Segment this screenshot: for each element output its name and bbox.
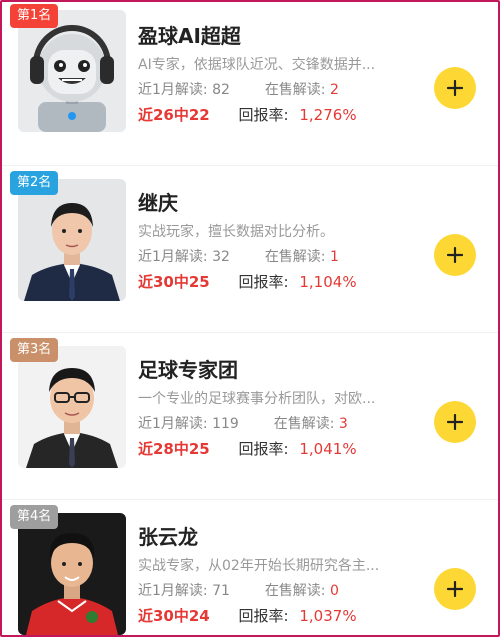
rank-badge: 第2名 <box>10 171 59 195</box>
on-sale-label: 在售解读: <box>264 583 326 599</box>
plus-icon <box>447 581 463 597</box>
avatar[interactable] <box>18 513 126 635</box>
hit-record: 近26中22 <box>138 106 210 124</box>
roi-value: 1,037% <box>299 607 357 625</box>
roi-value: 1,104% <box>299 273 357 291</box>
expert-stats: 近1月解读: 32 在售解读: 1 <box>138 246 339 266</box>
expert-name[interactable]: 继庆 <box>138 187 178 216</box>
rank-badge: 第3名 <box>10 338 59 362</box>
on-sale-label: 在售解读: <box>264 249 326 265</box>
expert-card[interactable]: 第3名 足球专家团 一个专业的足球赛事分析团队，对欧... 近1月解读: 119… <box>2 336 498 500</box>
monthly-count: 71 <box>212 583 230 599</box>
plus-icon <box>447 414 463 430</box>
expert-name[interactable]: 张云龙 <box>138 521 198 550</box>
expert-card[interactable]: 第1名 盈球AI超超 AI专家，依据球队近况、交锋数据并... 近1月解读: 8… <box>2 2 498 166</box>
monthly-count: 119 <box>212 416 239 432</box>
expert-stats: 近1月解读: 71 在售解读: 0 <box>138 580 339 600</box>
hit-record: 近30中25 <box>138 273 210 291</box>
roi-label: 回报率: <box>238 440 289 458</box>
monthly-label: 近1月解读: <box>138 416 208 432</box>
avatar[interactable] <box>18 179 126 301</box>
follow-button[interactable] <box>434 67 476 109</box>
roi-value: 1,041% <box>299 440 357 458</box>
expert-ranking-list: 第1名 盈球AI超超 AI专家，依据球队近况、交锋数据并... 近1月解读: 8… <box>0 0 500 637</box>
on-sale-count: 3 <box>338 416 348 432</box>
monthly-label: 近1月解读: <box>138 583 208 599</box>
monthly-count: 32 <box>212 249 230 265</box>
follow-button[interactable] <box>434 568 476 610</box>
avatar[interactable] <box>18 10 126 132</box>
expert-stats: 近1月解读: 119 在售解读: 3 <box>138 413 348 433</box>
follow-button[interactable] <box>434 401 476 443</box>
monthly-label: 近1月解读: <box>138 249 208 265</box>
roi-label: 回报率: <box>238 607 289 625</box>
plus-icon <box>447 80 463 96</box>
expert-description: 实战玩家，擅长数据对比分析。 <box>138 224 334 240</box>
expert-stats: 近1月解读: 82 在售解读: 2 <box>138 79 339 99</box>
plus-icon <box>447 247 463 263</box>
on-sale-label: 在售解读: <box>273 416 335 432</box>
expert-performance: 近30中24 回报率: 1,037% <box>138 605 357 626</box>
rank-badge: 第1名 <box>10 4 59 28</box>
on-sale-label: 在售解读: <box>264 82 326 98</box>
follow-button[interactable] <box>434 234 476 276</box>
expert-name[interactable]: 盈球AI超超 <box>138 20 241 49</box>
avatar[interactable] <box>18 346 126 468</box>
expert-description: AI专家，依据球队近况、交锋数据并... <box>138 57 376 73</box>
on-sale-count: 0 <box>329 583 339 599</box>
rank-badge: 第4名 <box>10 505 59 529</box>
monthly-label: 近1月解读: <box>138 82 208 98</box>
roi-label: 回报率: <box>238 273 289 291</box>
on-sale-count: 1 <box>329 249 339 265</box>
hit-record: 近30中24 <box>138 607 210 625</box>
expert-description: 一个专业的足球赛事分析团队，对欧... <box>138 391 376 407</box>
roi-value: 1,276% <box>299 106 357 124</box>
expert-performance: 近30中25 回报率: 1,104% <box>138 271 357 292</box>
expert-card[interactable]: 第2名 继庆 实战玩家，擅长数据对比分析。 近1月解读: 32 在售解读: 1 … <box>2 169 498 333</box>
expert-card[interactable]: 第4名 张云龙 实战专家，从02年开始长期研究各主... 近1月解读: 71 在… <box>2 503 498 635</box>
expert-name[interactable]: 足球专家团 <box>138 354 238 383</box>
on-sale-count: 2 <box>329 82 339 98</box>
expert-performance: 近26中22 回报率: 1,276% <box>138 104 357 125</box>
roi-label: 回报率: <box>238 106 289 124</box>
monthly-count: 82 <box>212 82 230 98</box>
expert-performance: 近28中25 回报率: 1,041% <box>138 438 357 459</box>
expert-description: 实战专家，从02年开始长期研究各主... <box>138 558 380 574</box>
hit-record: 近28中25 <box>138 440 210 458</box>
